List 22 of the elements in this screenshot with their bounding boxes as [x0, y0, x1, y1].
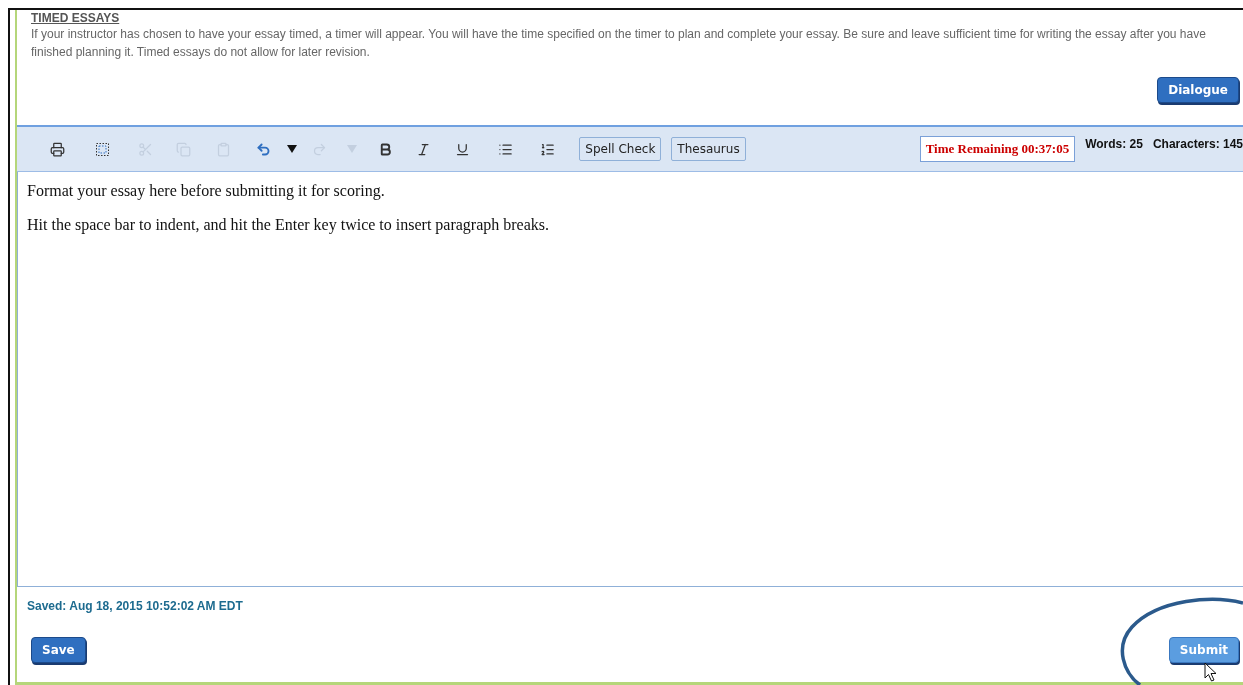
caret-icon[interactable] [286, 145, 297, 153]
saved-timestamp: Saved: Aug 18, 2015 10:52:02 AM EDT [26, 598, 244, 613]
underline-icon[interactable] [454, 141, 470, 157]
select-all-icon[interactable] [95, 142, 109, 156]
italic-icon[interactable] [415, 141, 431, 157]
essay-paragraph: Format your essay here before submitting it for scoring. [27, 182, 386, 200]
essay-paragraph: Hit the space bar to indent, and hit the Enter key twice to insert paragraph breaks. [27, 216, 551, 234]
toolbar-button[interactable]: Spell Check [579, 137, 662, 161]
print-icon[interactable] [50, 141, 65, 157]
character-count: Characters: 145 [1152, 137, 1243, 151]
toolbar-button[interactable]: Thesaurus [671, 137, 746, 161]
word-count: Words: 25 [1085, 137, 1143, 151]
numbered-list-icon[interactable] [539, 141, 555, 157]
bullet-list-icon[interactable] [497, 141, 513, 157]
undo-icon[interactable] [255, 141, 271, 157]
save-button[interactable]: Save [31, 637, 86, 663]
instructions-text: If your instructor has chosen to have your essay timed, a timer will appear. You will have the time specified on the timer to plan and complete your essay. Be sure and leave sufficient time for writing the essay after you have finished planning it. Timed essays do not allow for later revision. [31, 26, 1207, 61]
section-heading: TIMED ESSAYS [31, 11, 121, 25]
essay-editor[interactable]: Format your essay here before submitting it for scoring. Hit the space bar to indent, and hit the Enter key twice to insert paragraph breaks. [17, 172, 1243, 587]
time-remaining: Time Remaining 00:37:05 [919, 136, 1076, 162]
dialogue-button[interactable]: Dialogue [1157, 77, 1239, 103]
cursor-icon [1204, 662, 1217, 682]
